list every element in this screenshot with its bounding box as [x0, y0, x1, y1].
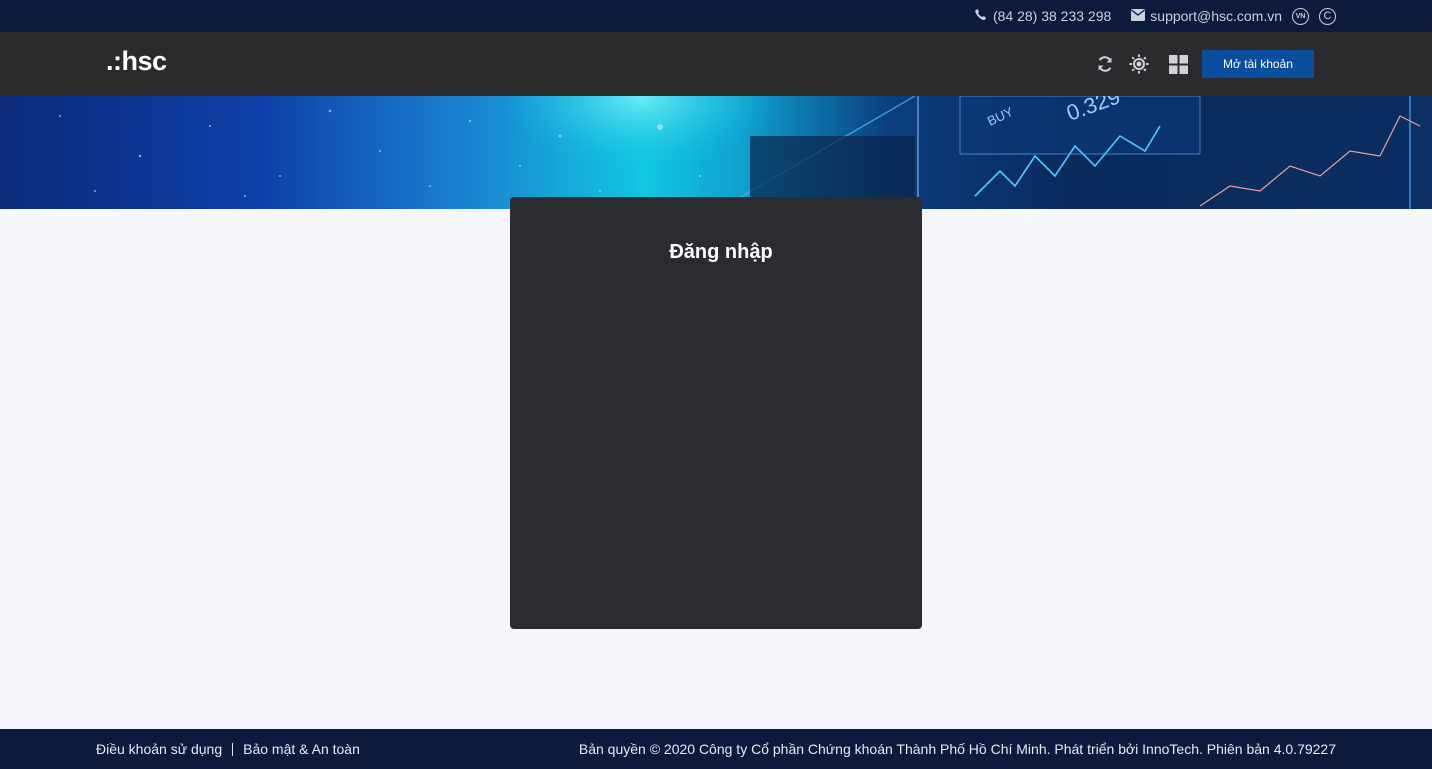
phone-icon [974, 8, 988, 25]
theme-switch-icon[interactable]: C [1319, 7, 1336, 25]
banner-artwork: BUY 0.329 [59, 96, 1421, 209]
sun-icon[interactable] [1129, 54, 1149, 74]
footer: Điều khoản sử dụng Bảo mật & An toàn Bản… [0, 729, 1432, 769]
language-switch-icon[interactable]: VN [1292, 7, 1309, 25]
footer-links: Điều khoản sử dụng Bảo mật & An toàn [96, 729, 360, 769]
top-contact-bar: (84 28) 38 233 298 support@hsc.com.vn VN… [0, 0, 1432, 32]
envelope-icon [1131, 8, 1146, 24]
footer-divider [232, 742, 234, 756]
phone-number: (84 28) 38 233 298 [992, 8, 1112, 24]
hsc-logo[interactable]: .:hsc [106, 46, 167, 77]
header-actions: Mở tài khoản [1095, 32, 1314, 96]
security-link[interactable]: Bảo mật & An toàn [243, 741, 360, 757]
hero-banner: BUY 0.329 [0, 96, 1432, 209]
terms-link[interactable]: Điều khoản sử dụng [96, 741, 222, 757]
contact-info: (84 28) 38 233 298 support@hsc.com.vn VN… [974, 0, 1336, 32]
support-email: support@hsc.com.vn [1150, 8, 1282, 24]
phone-contact[interactable]: (84 28) 38 233 298 [974, 8, 1111, 25]
open-account-button[interactable]: Mở tài khoản [1202, 50, 1314, 78]
header-container: .:hsc Mở tài khoản [96, 32, 1336, 96]
login-title: Đăng nhập [669, 241, 773, 263]
main-header: .:hsc Mở tài khoản [0, 32, 1432, 96]
refresh-icon[interactable] [1095, 54, 1115, 74]
grid-icon[interactable] [1168, 54, 1188, 74]
email-contact[interactable]: support@hsc.com.vn [1131, 8, 1282, 24]
copyright-text: Bản quyền © 2020 Công ty Cổ phần Chứng k… [578, 741, 1336, 757]
